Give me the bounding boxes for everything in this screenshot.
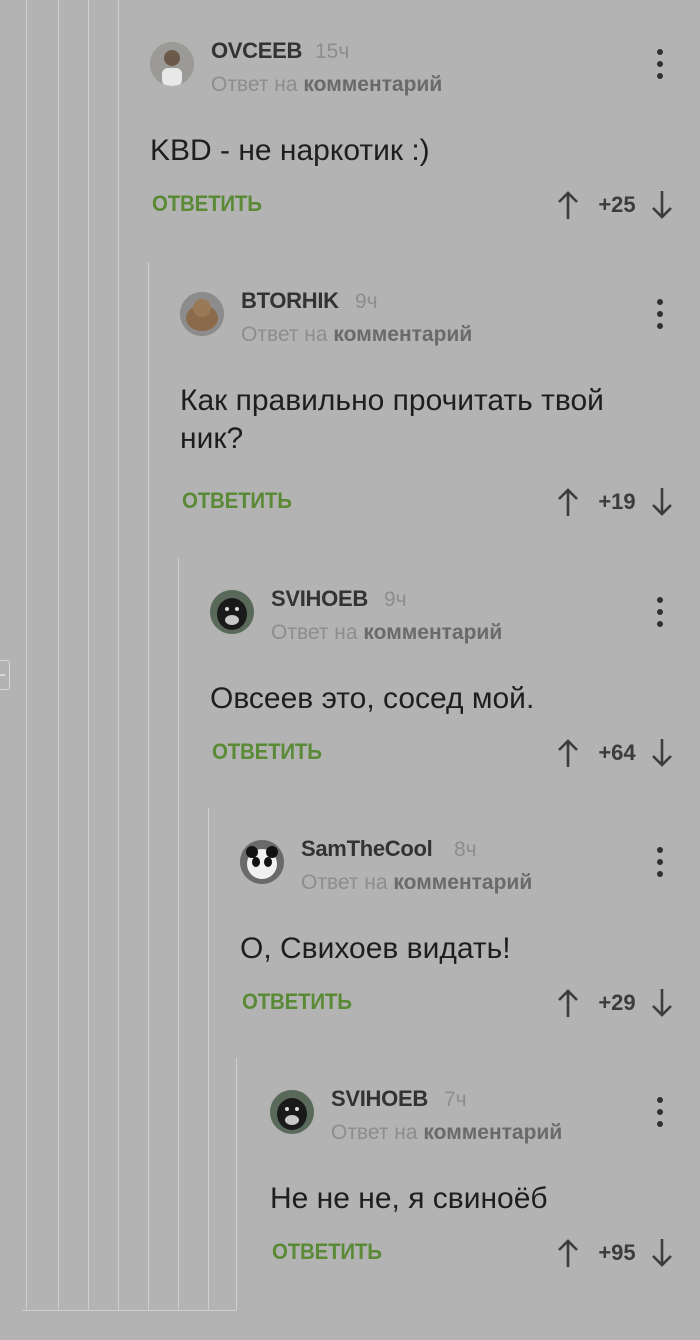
vote-score: +95 xyxy=(598,1240,636,1265)
comment-text: Как правильно прочитать твой ник? xyxy=(180,384,604,455)
comment-author[interactable]: SVIHOEB xyxy=(331,1086,428,1112)
thread-guide-line xyxy=(148,262,149,1310)
reply-to-prefix: Ответ на xyxy=(271,621,364,644)
vote-controls: +25 xyxy=(555,188,675,222)
comment-author[interactable]: OVCEEB xyxy=(211,38,302,64)
more-options-icon[interactable] xyxy=(650,49,670,79)
comment-text: Не не не, я свиноёб xyxy=(270,1182,548,1215)
reply-to-prefix: Ответ на xyxy=(331,1121,424,1144)
reply-to-link[interactable]: комментарий xyxy=(303,73,442,96)
reply-to-line: Ответ на комментарий xyxy=(331,1121,562,1145)
comment-time: 9ч xyxy=(355,290,378,313)
comment-text: Овсеев это, сосед мой. xyxy=(210,682,535,715)
avatar-gorilla-icon[interactable] xyxy=(270,1090,314,1134)
comment-time: 7ч xyxy=(444,1088,467,1111)
vote-score: +29 xyxy=(598,990,636,1015)
reply-to-link[interactable]: комментарий xyxy=(393,871,532,894)
upvote-arrow-icon[interactable] xyxy=(555,1237,581,1269)
reply-button[interactable]: ОТВЕТИТЬ xyxy=(152,191,262,217)
reply-button[interactable]: ОТВЕТИТЬ xyxy=(212,739,322,765)
comment: OVCEEB 15ч Ответ на комментарий KBD - не… xyxy=(150,38,700,292)
reply-button[interactable]: ОТВЕТИТЬ xyxy=(272,1239,382,1265)
thread-guide-line xyxy=(236,1058,237,1310)
more-options-icon[interactable] xyxy=(650,299,670,329)
upvote-arrow-icon[interactable] xyxy=(555,737,581,769)
thread-guide-line xyxy=(88,0,89,1310)
reply-button[interactable]: ОТВЕТИТЬ xyxy=(182,488,292,514)
vote-score: +19 xyxy=(598,489,636,514)
reply-to-line: Ответ на комментарий xyxy=(271,621,502,645)
comment-time: 8ч xyxy=(454,838,477,861)
upvote-arrow-icon[interactable] xyxy=(555,987,581,1019)
thread-guide-line xyxy=(26,0,27,1310)
comment-text: О, Свихоев видать! xyxy=(240,932,511,965)
reply-button[interactable]: ОТВЕТИТЬ xyxy=(242,989,352,1015)
downvote-arrow-icon[interactable] xyxy=(649,737,675,769)
comment: SVIHOEB 9ч Ответ на комментарий Овсеев э… xyxy=(210,586,700,840)
avatar-gorilla-icon[interactable] xyxy=(210,590,254,634)
thread-guide-line xyxy=(118,0,119,1310)
vote-controls: +19 xyxy=(555,485,675,519)
reply-to-link[interactable]: комментарий xyxy=(423,1121,562,1144)
reply-to-prefix: Ответ на xyxy=(301,871,394,894)
thread-guide-line xyxy=(58,0,59,1310)
vote-controls: +29 xyxy=(555,986,675,1020)
vote-score: +25 xyxy=(598,192,636,217)
comment: BTORHIK 9ч Ответ на комментарий Как прав… xyxy=(180,288,700,542)
vote-controls: +95 xyxy=(555,1236,675,1270)
collapse-thread-button[interactable] xyxy=(0,660,10,690)
reply-to-prefix: Ответ на xyxy=(241,323,334,346)
downvote-arrow-icon[interactable] xyxy=(649,486,675,518)
reply-to-line: Ответ на комментарий xyxy=(211,73,442,97)
downvote-arrow-icon[interactable] xyxy=(649,1237,675,1269)
comment-time: 15ч xyxy=(315,40,350,63)
upvote-arrow-icon[interactable] xyxy=(555,189,581,221)
reply-to-link[interactable]: комментарий xyxy=(333,323,472,346)
thread-guide-line xyxy=(178,558,179,1310)
more-options-icon[interactable] xyxy=(650,1097,670,1127)
avatar-person-icon[interactable] xyxy=(150,42,194,86)
thread-guide-line xyxy=(208,808,209,1310)
comment-author[interactable]: BTORHIK xyxy=(241,288,339,314)
comment-author[interactable]: SamTheCool xyxy=(301,836,433,862)
downvote-arrow-icon[interactable] xyxy=(649,987,675,1019)
downvote-arrow-icon[interactable] xyxy=(649,189,675,221)
avatar-animal-icon[interactable] xyxy=(180,292,224,336)
comment-text: KBD - не наркотик :) xyxy=(150,134,430,167)
more-options-icon[interactable] xyxy=(650,597,670,627)
more-options-icon[interactable] xyxy=(650,847,670,877)
reply-to-line: Ответ на комментарий xyxy=(241,323,472,347)
comment: SamTheCool 8ч Ответ на комментарий О, Св… xyxy=(240,836,700,1090)
upvote-arrow-icon[interactable] xyxy=(555,486,581,518)
comment-time: 9ч xyxy=(384,588,407,611)
reply-to-line: Ответ на комментарий xyxy=(301,871,532,895)
comment-author[interactable]: SVIHOEB xyxy=(271,586,368,612)
vote-score: +64 xyxy=(598,740,636,765)
avatar-panda-icon[interactable] xyxy=(240,840,284,884)
comment: SVIHOEB 7ч Ответ на комментарий Не не не… xyxy=(270,1086,700,1340)
reply-to-prefix: Ответ на xyxy=(211,73,304,96)
reply-to-link[interactable]: комментарий xyxy=(363,621,502,644)
vote-controls: +64 xyxy=(555,736,675,770)
thread-bottom-line xyxy=(22,1310,237,1311)
